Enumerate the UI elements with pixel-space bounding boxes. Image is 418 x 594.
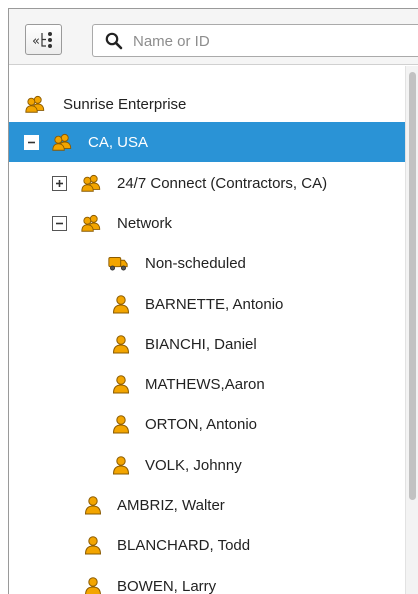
search-icon — [105, 32, 123, 50]
user-icon — [111, 374, 131, 394]
tree-node-user[interactable]: BLANCHARD, Todd — [9, 525, 405, 565]
search-box — [92, 24, 418, 57]
collapse-toggle[interactable] — [52, 215, 67, 231]
tree-node-ca-usa[interactable]: CA, USA — [9, 122, 405, 162]
group-icon — [51, 132, 73, 152]
tree-panel: « Sunrise Enterprise — [8, 8, 418, 594]
user-icon — [111, 294, 131, 314]
vehicle-icon — [107, 253, 129, 273]
tree-node-non-scheduled[interactable]: Non-scheduled — [9, 243, 405, 283]
tree-node-label: BIANCHI, Daniel — [145, 335, 257, 353]
minus-icon — [56, 222, 63, 224]
tree-node-user[interactable]: MATHEWS,Aaron — [9, 364, 405, 404]
user-icon — [111, 455, 131, 475]
group-icon — [24, 94, 46, 114]
tree-node-sunrise-enterprise[interactable]: Sunrise Enterprise — [9, 84, 405, 124]
user-icon — [83, 495, 103, 515]
tree-node-user[interactable]: BARNETTE, Antonio — [9, 284, 405, 324]
collapse-toggle[interactable] — [24, 134, 39, 150]
org-tree: Sunrise Enterprise CA, USA 24/7 Connect … — [9, 66, 405, 594]
expand-toggle[interactable] — [52, 175, 67, 191]
tree-node-label: BLANCHARD, Todd — [117, 536, 251, 554]
user-icon — [83, 576, 103, 594]
toolbar: « — [9, 9, 418, 65]
tree-node-user[interactable]: ORTON, Antonio — [9, 404, 405, 444]
tree-node-label: MATHEWS,Aaron — [145, 375, 265, 393]
tree-node-label: 24/7 Connect (Contractors, CA) — [117, 174, 328, 192]
minus-icon — [28, 141, 35, 143]
tree-node-user[interactable]: BIANCHI, Daniel — [9, 324, 405, 364]
tree-node-label: CA, USA — [88, 133, 149, 151]
tree-node-user[interactable]: AMBRIZ, Walter — [9, 485, 405, 525]
group-icon — [80, 213, 102, 233]
search-input[interactable] — [133, 29, 403, 53]
tree-node-label: Network — [117, 214, 173, 232]
group-icon — [80, 173, 102, 193]
tree-node-label: BOWEN, Larry — [117, 577, 217, 594]
scrollbar-thumb[interactable] — [409, 72, 416, 500]
tree-node-label: VOLK, Johnny — [145, 456, 242, 474]
user-icon — [83, 535, 103, 555]
tree-node-user[interactable]: BOWEN, Larry — [9, 566, 405, 594]
collapse-tree-button[interactable]: « — [25, 24, 62, 55]
tree-node-label: ORTON, Antonio — [145, 415, 258, 433]
user-icon — [111, 334, 131, 354]
tree-node-label: Sunrise Enterprise — [63, 95, 187, 113]
tree-node-label: Non-scheduled — [145, 254, 246, 272]
collapse-tree-icon: « — [32, 31, 52, 49]
plus-icon — [56, 179, 63, 187]
tree-node-label: BARNETTE, Antonio — [145, 295, 284, 313]
tree-node-network[interactable]: Network — [9, 203, 405, 243]
tree-node-24-7-connect[interactable]: 24/7 Connect (Contractors, CA) — [9, 163, 405, 203]
tree-node-user[interactable]: VOLK, Johnny — [9, 445, 405, 485]
tree-node-label: AMBRIZ, Walter — [117, 496, 225, 514]
svg-text:«: « — [32, 34, 40, 49]
user-icon — [111, 414, 131, 434]
vertical-scrollbar[interactable] — [405, 66, 418, 594]
